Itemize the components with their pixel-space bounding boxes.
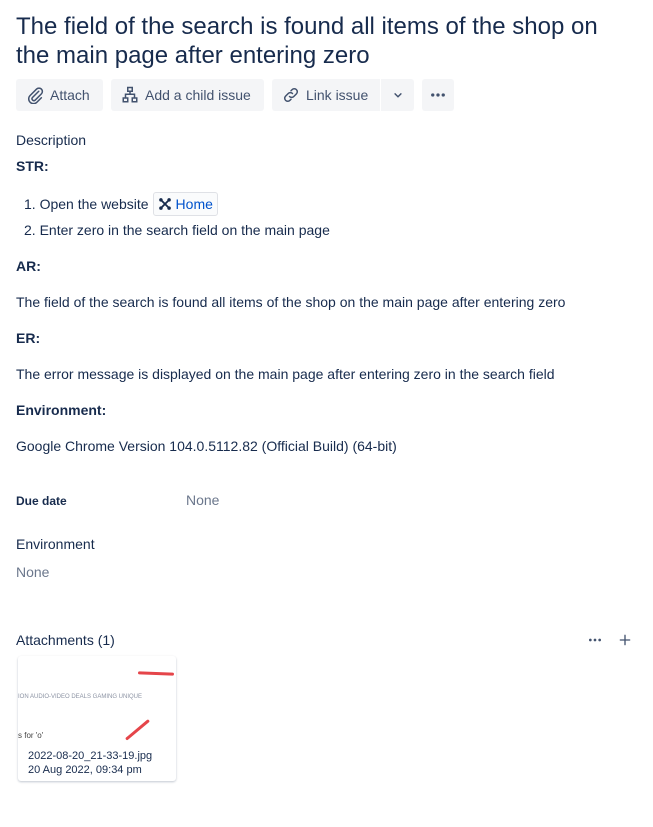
attachment-date: 20 Aug 2022, 09:34 pm [28, 764, 142, 776]
attachments-more-button[interactable] [585, 630, 605, 650]
attachment-filename: 2022-08-20_21-33-19.jpg [28, 750, 153, 762]
description-heading: Description [16, 132, 87, 148]
ar-text: The field of the search is found all ite… [16, 294, 566, 310]
issue-title[interactable]: The field of the search is found all ite… [16, 12, 636, 70]
home-link-label: Home [175, 196, 213, 212]
add-child-issue-label: Add a child issue [145, 87, 251, 103]
plus-icon [619, 634, 631, 646]
attachment-thumbnail[interactable]: ION AUDIO-VIDEO DEALS GAMING UNIQUE s fo… [18, 656, 176, 781]
er-label: ER: [16, 330, 41, 346]
step-number: 1. [24, 196, 36, 212]
due-date-value[interactable]: None [186, 492, 219, 508]
paperclip-icon [27, 87, 44, 104]
chevron-down-icon [393, 93, 402, 98]
add-child-issue-button[interactable]: Add a child issue [111, 79, 264, 111]
link-dropdown-button[interactable] [381, 79, 414, 111]
str-label: STR: [16, 158, 49, 174]
environment-text: Google Chrome Version 104.0.5112.82 (Off… [16, 438, 397, 454]
preview-search-text: s for 'o' [18, 731, 44, 740]
annotation-line [137, 671, 175, 676]
more-actions-button[interactable] [422, 79, 454, 111]
step-text: Enter zero in the search field on the ma… [39, 222, 330, 238]
step-text: Open the website [39, 196, 149, 212]
attach-button[interactable]: Attach [16, 79, 103, 111]
environment-label: Environment: [16, 402, 107, 418]
list-item: 1. Open the website Home [24, 192, 218, 216]
more-icon [431, 93, 445, 97]
issue-toolbar: Attach Add a child issue Link issue [16, 79, 454, 111]
er-text: The error message is displayed on the ma… [16, 366, 555, 382]
annotation-arrow [125, 719, 150, 741]
attachments-heading: Attachments (1) [16, 632, 115, 648]
add-attachment-button[interactable] [615, 630, 635, 650]
home-link[interactable]: Home [152, 192, 218, 216]
joomla-icon [158, 198, 171, 210]
environment-field-label: Environment [16, 536, 95, 552]
ar-label: AR: [16, 258, 41, 274]
preview-menu-text: ION AUDIO-VIDEO DEALS GAMING UNIQUE [18, 694, 143, 700]
more-icon [589, 638, 601, 642]
attach-label: Attach [50, 87, 90, 103]
link-icon [283, 87, 299, 103]
link-issue-label: Link issue [306, 87, 369, 103]
environment-field-value[interactable]: None [16, 564, 49, 580]
step-number: 2. [24, 222, 36, 238]
hierarchy-icon [122, 86, 138, 103]
link-issue-button[interactable]: Link issue [272, 79, 380, 111]
due-date-label: Due date [16, 494, 67, 508]
list-item: 2. Enter zero in the search field on the… [24, 222, 330, 238]
